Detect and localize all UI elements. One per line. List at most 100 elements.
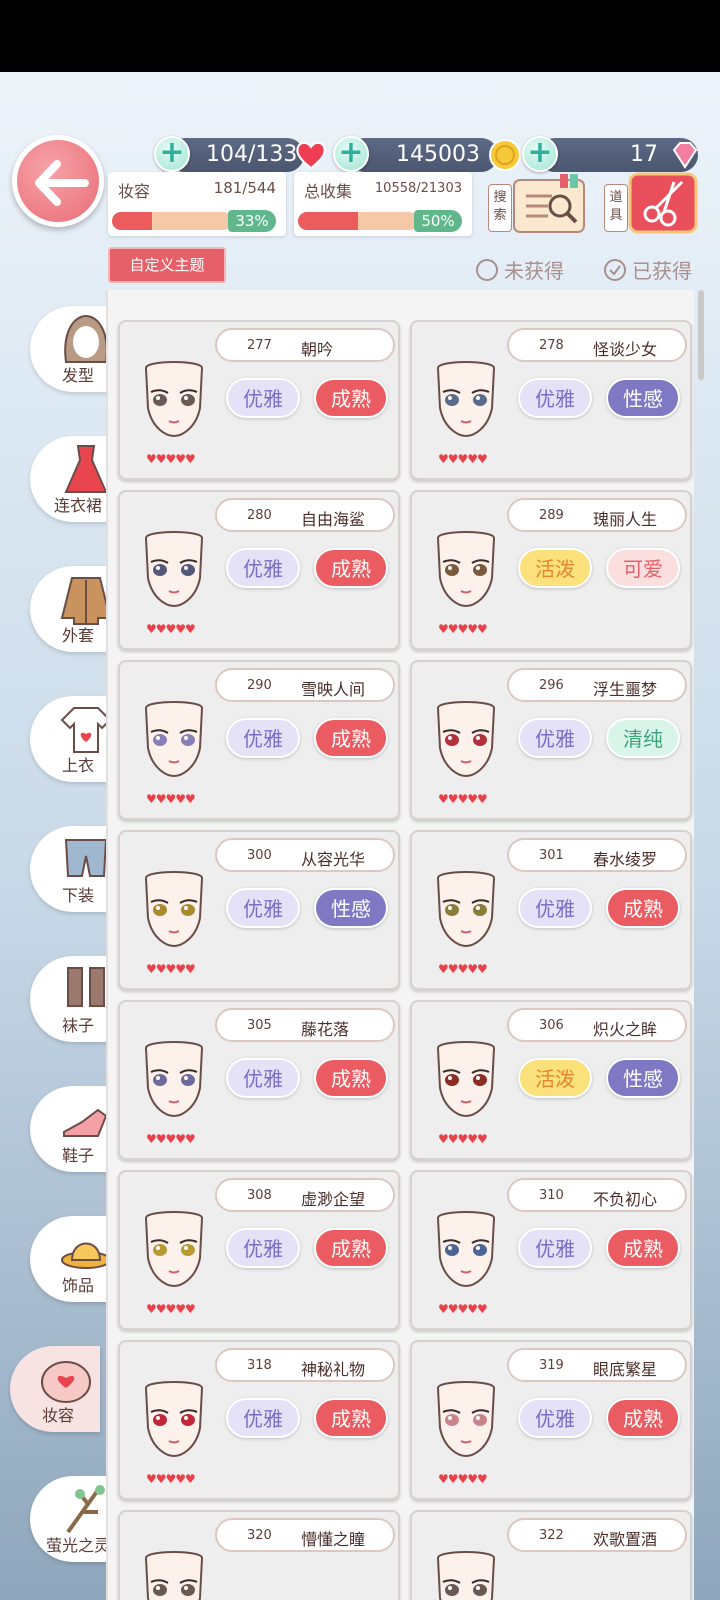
makeup-card[interactable]: 308 虚渺企望优雅 成熟 ♥♥♥♥♥ <box>118 1170 400 1330</box>
style-tag: 活泼 <box>518 548 592 588</box>
makeup-card[interactable]: 278 怪谈少女 优雅 性感 ♥♥♥♥♥ <box>410 320 692 480</box>
face-portrait-icon <box>144 531 204 608</box>
style-tag: 成熟 <box>606 1228 680 1268</box>
scrollbar[interactable] <box>698 290 704 380</box>
item-number: 305 <box>247 1018 272 1033</box>
search-label: 搜索 <box>488 184 512 232</box>
rating-hearts: ♥♥♥♥♥ <box>146 1302 196 1316</box>
collection-stat-count: 10558/21303 <box>374 181 462 196</box>
style-tag: 成熟 <box>314 1228 388 1268</box>
card-header: 308 虚渺企望 <box>215 1178 395 1212</box>
item-number: 319 <box>539 1358 564 1373</box>
style-tag: 性感 <box>606 1058 680 1098</box>
style-tag: 优雅 <box>226 718 300 758</box>
item-name: 春水绫罗 <box>593 850 658 869</box>
makeup-card[interactable]: 319 眼底繁星 优雅 成熟 ♥♥♥♥♥ <box>410 1340 692 1500</box>
makeup-card[interactable]: 320懵懂之瞳♥♥♥♥♥ <box>118 1510 400 1600</box>
back-button[interactable] <box>12 135 104 227</box>
coins-value: 145003 <box>396 142 480 167</box>
style-tag: 成熟 <box>314 378 388 418</box>
style-tag: 成熟 <box>314 1058 388 1098</box>
rating-hearts: ♥♥♥♥♥ <box>146 452 196 466</box>
card-header: 290 雪映人间 <box>215 668 395 702</box>
makeup-card[interactable]: 289 瑰丽人生 活泼 可爱 ♥♥♥♥♥ <box>410 490 692 650</box>
style-tag: 优雅 <box>226 548 300 588</box>
style-tag: 清纯 <box>606 718 680 758</box>
makeup-card[interactable]: 277 朝吟 优雅 成熟 ♥♥♥♥♥ <box>118 320 400 480</box>
style-tag: 优雅 <box>226 1228 300 1268</box>
face-portrait-icon <box>144 361 204 438</box>
search-button[interactable]: 搜索 <box>488 170 592 240</box>
status-bar <box>0 0 720 72</box>
makeup-card[interactable]: 300 从容光华 优雅 性感 ♥♥♥♥♥ <box>118 830 400 990</box>
card-header: 320 懵懂之瞳 <box>215 1518 395 1552</box>
makeup-card[interactable]: 290 雪映人间 优雅 成熟 ♥♥♥♥♥ <box>118 660 400 820</box>
style-tag: 成熟 <box>314 548 388 588</box>
tools-button[interactable]: 道具 <box>604 170 700 240</box>
makeup-stat-label: 妆容 <box>118 182 151 201</box>
card-header: 280 自由海鲨 <box>215 498 395 532</box>
style-tag: 性感 <box>606 378 680 418</box>
style-tag: 成熟 <box>606 1398 680 1438</box>
item-number: 322 <box>539 1528 564 1543</box>
style-tag: 成熟 <box>314 1398 388 1438</box>
item-number: 290 <box>247 678 272 693</box>
makeup-card[interactable]: 310 不负初心 优雅 成熟 ♥♥♥♥♥ <box>410 1170 692 1330</box>
scissors-icon <box>628 172 698 234</box>
item-number: 310 <box>539 1188 564 1203</box>
card-header: 306 炽火之眸 <box>507 1008 687 1042</box>
item-name: 欢歌置酒 <box>593 1530 658 1549</box>
item-number: 300 <box>247 848 272 863</box>
makeup-card[interactable]: 296 浮生噩梦 优雅 清纯 ♥♥♥♥♥ <box>410 660 692 820</box>
item-number: 306 <box>539 1018 564 1033</box>
makeup-stat-panel: 妆容 181/544 33% <box>108 172 286 236</box>
style-tag: 优雅 <box>518 718 592 758</box>
coin-icon <box>489 139 521 171</box>
card-header: 318 神秘礼物 <box>215 1348 395 1382</box>
item-grid-panel: 277 朝吟 优雅 成熟 ♥♥♥♥♥ 278 怪谈少女 优雅 性感 ♥♥♥♥♥ 280 自由海鲨 优雅成… <box>106 290 694 1600</box>
style-tag: 优雅 <box>226 378 300 418</box>
item-name: 浮生噩梦 <box>593 680 658 699</box>
style-tag: 优雅 <box>518 378 592 418</box>
style-tag: 优雅 <box>226 888 300 928</box>
makeup-progress-fill <box>112 212 152 230</box>
rating-hearts: ♥♥♥♥♥ <box>146 1132 196 1146</box>
face-portrait-icon <box>436 1381 496 1458</box>
makeup-card[interactable]: 301 春水绫罗 优雅 成熟 ♥♥♥♥♥ <box>410 830 692 990</box>
add-diamonds-button[interactable]: + <box>522 136 558 172</box>
item-number: 320 <box>247 1528 272 1543</box>
makeup-card[interactable]: 322欢歌置酒♥♥♥♥♥ <box>410 1510 692 1600</box>
rating-hearts: ♥♥♥♥♥ <box>438 962 488 976</box>
card-header: 301 春水绫罗 <box>507 838 687 872</box>
item-number: 308 <box>247 1188 272 1203</box>
filter-unobtained[interactable]: 未获得 <box>476 255 564 284</box>
card-header: 322 欢歌置酒 <box>507 1518 687 1552</box>
face-portrait-icon <box>436 1551 496 1600</box>
radio-empty-icon <box>476 258 498 281</box>
card-header: 296 浮生噩梦 <box>507 668 687 702</box>
collection-progress-fill <box>298 212 358 230</box>
style-tag: 优雅 <box>226 1058 300 1098</box>
makeup-card[interactable]: 318 神秘礼物 优雅 成熟 ♥♥♥♥♥ <box>118 1340 400 1500</box>
sidebar-item-8[interactable]: 妆容 <box>10 1346 100 1432</box>
add-stamina-button[interactable]: + <box>154 136 190 172</box>
rating-hearts: ♥♥♥♥♥ <box>146 792 196 806</box>
makeup-card[interactable]: 280 自由海鲨 优雅 成熟 ♥♥♥♥♥ <box>118 490 400 650</box>
face-portrait-icon <box>436 1041 496 1118</box>
face-portrait-icon <box>144 1551 204 1600</box>
heart-icon <box>296 141 326 170</box>
makeup-card[interactable]: 306 炽火之眸 活泼 性感 ♥♥♥♥♥ <box>410 1000 692 1160</box>
item-name: 炽火之眸 <box>593 1020 658 1039</box>
style-tag: 优雅 <box>226 1398 300 1438</box>
stamina-value: 104/133 <box>206 142 298 167</box>
add-coins-button[interactable]: + <box>333 136 369 172</box>
rating-hearts: ♥♥♥♥♥ <box>146 962 196 976</box>
face-portrait-icon <box>144 701 204 778</box>
card-header: 319 眼底繁星 <box>507 1348 687 1382</box>
makeup-card[interactable]: 305 藤花落 优雅 成熟 ♥♥♥♥♥ <box>118 1000 400 1160</box>
rating-hearts: ♥♥♥♥♥ <box>438 1132 488 1146</box>
style-tag: 性感 <box>314 888 388 928</box>
custom-theme-button[interactable]: 自定义主题 <box>108 247 226 283</box>
filter-obtained[interactable]: 已获得 <box>604 255 692 284</box>
sidebar-item-label: 妆容 <box>41 1406 74 1425</box>
